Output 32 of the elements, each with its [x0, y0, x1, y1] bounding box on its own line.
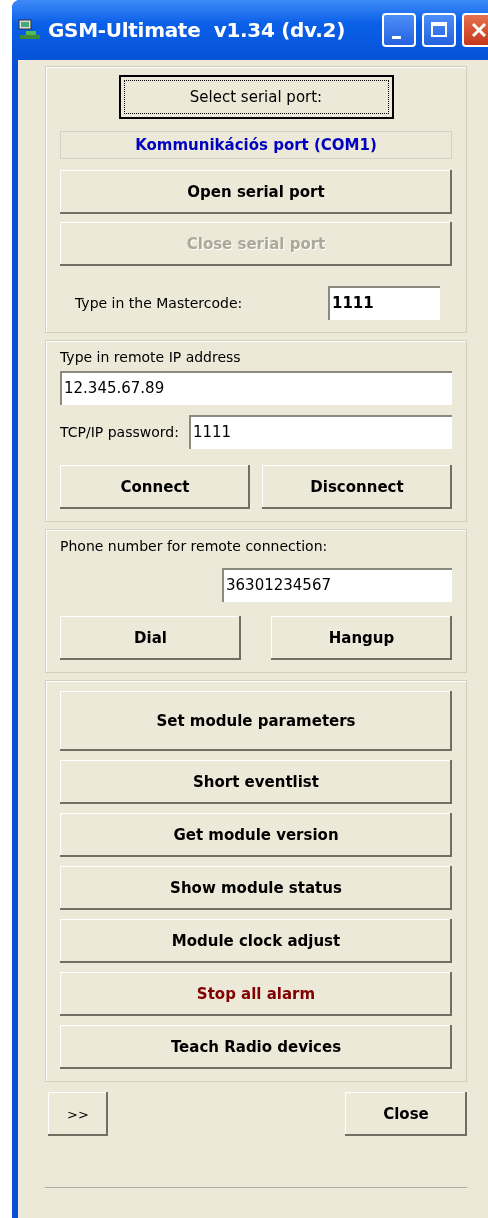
maximize-button[interactable] — [422, 13, 456, 47]
module-command-button[interactable]: Module clock adjust — [60, 919, 452, 963]
disconnect-button[interactable]: Disconnect — [262, 465, 452, 509]
mastercode-label: Type in the Mastercode: — [75, 295, 243, 311]
ip-field[interactable]: 12.345.67.89 — [60, 371, 452, 405]
module-command-button[interactable]: Get module version — [60, 813, 452, 857]
minimize-icon — [391, 35, 401, 39]
phone-field[interactable]: 36301234567 — [222, 568, 452, 602]
hangup-button[interactable]: Hangup — [271, 616, 452, 660]
close-icon — [470, 21, 488, 39]
module-command-button[interactable]: Stop all alarm — [60, 972, 452, 1016]
module-command-button[interactable]: Show module status — [60, 866, 452, 910]
dial-button[interactable]: Dial — [60, 616, 241, 660]
app-icon — [18, 19, 42, 41]
port-label: Kommunikációs port (COM1) — [60, 131, 452, 159]
window-title: GSM-Ultimate v1.34 (dv.2) — [48, 18, 346, 42]
select-port-button[interactable]: Select serial port: — [118, 75, 394, 119]
open-port-button[interactable]: Open serial port — [60, 170, 452, 214]
ip-label: Type in remote IP address — [60, 349, 242, 365]
close-window-button[interactable] — [462, 13, 488, 47]
minimize-button[interactable] — [382, 13, 416, 47]
phone-label: Phone number for remote connection: — [60, 538, 329, 554]
expand-button[interactable]: >> — [48, 1092, 108, 1136]
module-command-button[interactable]: Set module parameters — [60, 691, 452, 751]
module-command-button[interactable]: Teach Radio devices — [60, 1025, 452, 1069]
password-field[interactable]: 1111 — [188, 415, 452, 449]
mastercode-field[interactable]: 1111 — [328, 286, 440, 320]
maximize-icon — [430, 21, 448, 39]
connect-button[interactable]: Connect — [60, 465, 250, 509]
password-label: TCP/IP password: — [60, 424, 179, 440]
module-command-button[interactable]: Short eventlist — [60, 760, 452, 804]
close-button[interactable]: Close — [345, 1092, 467, 1136]
